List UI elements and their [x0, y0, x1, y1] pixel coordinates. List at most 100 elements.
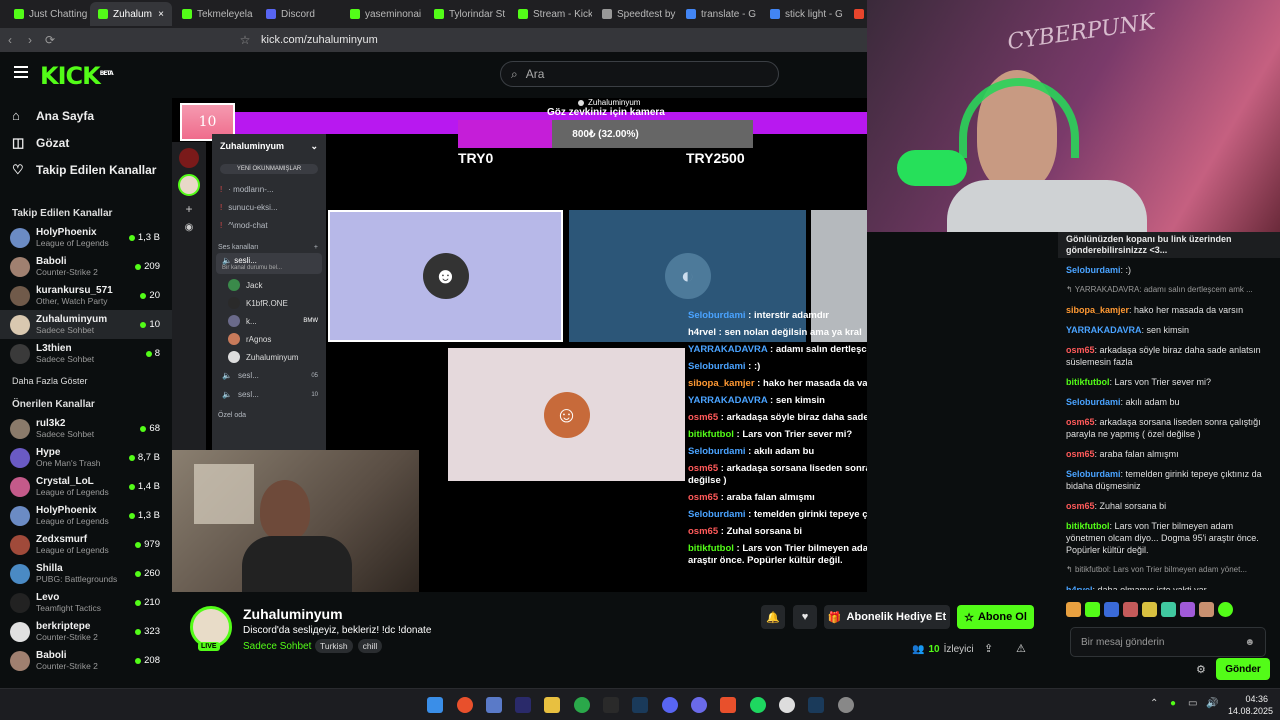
add-server-icon[interactable]: +: [181, 202, 197, 216]
voice-member[interactable]: Jack: [212, 276, 326, 294]
sidebar-channel[interactable]: HolyPhoenix League of Legends 1,3 B: [0, 223, 172, 252]
chat-username[interactable]: bitikfutbol: [1066, 521, 1110, 531]
clock[interactable]: 04:36 14.08.2025: [1228, 693, 1273, 717]
chat-username[interactable]: Seloburdami: [1066, 469, 1121, 479]
chat-message[interactable]: YARRAKADAVRA: sen kimsin: [1058, 320, 1280, 340]
firefox-icon[interactable]: [457, 697, 473, 713]
chat-username[interactable]: YARRAKADAVRA: [1066, 325, 1142, 335]
voice-member[interactable]: K1bfR.ONE: [212, 294, 326, 312]
browser-tab[interactable]: translate - G: [678, 2, 760, 26]
emote-icon[interactable]: [1199, 602, 1214, 617]
sidebar-channel[interactable]: Baboli Counter-Strike 2 209: [0, 252, 172, 281]
nav-item[interactable]: ⌂ Ana Sayfa: [0, 102, 172, 129]
channel-name[interactable]: Zuhaluminyum: [243, 606, 343, 622]
sidebar-channel[interactable]: Crystal_LoL League of Legends 1,4 B: [0, 472, 172, 501]
discord-text-channel[interactable]: ! sunucu-eksi...: [212, 198, 326, 216]
chat-username[interactable]: osm65: [1066, 449, 1095, 459]
search-input[interactable]: ⌕ Ara: [500, 61, 779, 87]
folder-icon[interactable]: [544, 697, 560, 713]
sidebar-channel[interactable]: Shilla PUBG: Battlegrounds 260: [0, 559, 172, 588]
chat-message[interactable]: sibopa_kamjer: hako her masada da varsın: [1058, 300, 1280, 320]
tag-pill[interactable]: chill: [357, 639, 383, 653]
chat-message[interactable]: bitikfutbol: Lars von Trier sever mi?: [1058, 372, 1280, 392]
video-player[interactable]: 10 Zuhaluminyum Göz zevkiniz için kamera…: [172, 98, 867, 592]
nav-item[interactable]: ◫ Gözat: [0, 129, 172, 156]
subscribe-button[interactable]: ☆ Abone Ol: [957, 605, 1034, 629]
brave-icon[interactable]: [720, 697, 736, 713]
discord-text-channel[interactable]: ! · modların-...: [212, 180, 326, 198]
nav-item[interactable]: ♡ Takip Edilen Kanallar: [0, 156, 172, 183]
chrome-icon[interactable]: [779, 697, 795, 713]
chat-username[interactable]: h4rvel: [1066, 585, 1093, 590]
tray-chevron-icon[interactable]: ⌃: [1150, 698, 1158, 709]
forward-icon[interactable]: ›: [20, 33, 40, 47]
browser-tab[interactable]: yaseminonai: [342, 2, 424, 26]
volume-icon[interactable]: 🔊: [1206, 698, 1218, 709]
bell-icon[interactable]: 🔔: [761, 605, 785, 629]
tag-pill[interactable]: Turkish: [315, 639, 353, 653]
pinned-message[interactable]: Gönlünüzden kopanı bu link üzerinden gön…: [1058, 232, 1280, 258]
chat-username[interactable]: osm65: [1066, 417, 1095, 427]
chat-message[interactable]: osm65: arkadaşa söyle biraz daha sade an…: [1058, 340, 1280, 372]
url-field[interactable]: kick.com/zuhaluminyum: [261, 34, 378, 46]
sidebar-channel[interactable]: Levo Teamfight Tactics 210: [0, 588, 172, 617]
chat-username[interactable]: bitikfutbol: [1066, 377, 1110, 387]
sidebar-channel[interactable]: Zedxsmurf League of Legends 979: [0, 530, 172, 559]
sidebar-channel[interactable]: HolyPhoenix League of Legends 1,3 B: [0, 501, 172, 530]
chat-message[interactable]: osm65: Zuhal sorsana bi: [1058, 496, 1280, 516]
spotify-icon[interactable]: [750, 697, 766, 713]
settings-icon[interactable]: ⚙: [1196, 663, 1206, 676]
emote-icon[interactable]: [1085, 602, 1100, 617]
voice-channel[interactable]: 🔈 sesl... 05: [212, 366, 326, 385]
premiere-icon[interactable]: [515, 697, 531, 713]
sidebar-channel[interactable]: Hype One Man's Trash 8,7 B: [0, 443, 172, 472]
emote-icon[interactable]: [1161, 602, 1176, 617]
browser-tab[interactable]: Tekmeleyela: [174, 2, 256, 26]
sidebar-channel[interactable]: rul3k2 Sadece Sohbet 68: [0, 414, 172, 443]
kick-logo[interactable]: KICKBETA: [40, 62, 114, 90]
start-icon[interactable]: [427, 697, 443, 713]
browser-tab[interactable]: Tylorindar St: [426, 2, 508, 26]
emote-icon[interactable]: [1218, 602, 1233, 617]
discord-icon[interactable]: [662, 697, 678, 713]
emoji-icon[interactable]: ☻: [1244, 637, 1255, 648]
browser-tab[interactable]: Zuhalum ×: [90, 2, 172, 26]
chat-message[interactable]: osm65: arkadaşa sorsana liseden sonra ça…: [1058, 412, 1280, 444]
browser-tab[interactable]: Just Chatting: [6, 2, 88, 26]
chat-username[interactable]: Seloburdami: [1066, 397, 1121, 407]
private-room[interactable]: Özel oda: [212, 412, 326, 419]
report-icon[interactable]: ⚠: [1016, 642, 1026, 655]
voice-member[interactable]: rAgnos: [212, 330, 326, 348]
back-icon[interactable]: ‹: [0, 33, 20, 47]
browser-tab[interactable]: Speedtest by: [594, 2, 676, 26]
network-icon[interactable]: ▭: [1188, 698, 1197, 709]
close-icon[interactable]: ×: [158, 9, 164, 20]
stream-category[interactable]: Sadece Sohbet: [243, 641, 311, 652]
chat-username[interactable]: sibopa_kamjer: [1066, 305, 1129, 315]
emote-icon[interactable]: [1066, 602, 1081, 617]
discord-server-header[interactable]: Zuhaluminyum ⌄: [212, 134, 326, 158]
explore-icon[interactable]: ◉: [181, 222, 197, 233]
bookmark-icon[interactable]: ☆: [235, 33, 255, 47]
emote-icon[interactable]: [1123, 602, 1138, 617]
sidebar-channel[interactable]: Zuhaluminyum Sadece Sohbet 10: [0, 310, 172, 339]
chat-message[interactable]: Seloburdami: akılı adam bu: [1058, 392, 1280, 412]
obs-icon[interactable]: [691, 697, 707, 713]
voice-channel[interactable]: 🔈 sesl... 10: [212, 385, 326, 404]
chat-message[interactable]: bitikfutbol: Lars von Trier bilmeyen ada…: [1058, 516, 1280, 560]
voice-member[interactable]: k... BMW: [212, 312, 326, 330]
mic-icon[interactable]: ●: [1170, 698, 1176, 709]
app-icon[interactable]: [486, 697, 502, 713]
send-button[interactable]: Gönder: [1216, 658, 1270, 680]
add-channel-icon[interactable]: +: [314, 244, 318, 251]
sidebar-channel[interactable]: L3thien Sadece Sohbet 8: [0, 339, 172, 368]
emote-icon[interactable]: [1104, 602, 1119, 617]
sidebar-channel[interactable]: kurankursu_571 Other, Watch Party 20: [0, 281, 172, 310]
steam-icon[interactable]: [808, 697, 824, 713]
unread-pill[interactable]: YENİ OKUNMAMIŞLAR: [220, 164, 318, 174]
browser-tab[interactable]: Stream - Kick: [510, 2, 592, 26]
browser-tab[interactable]: stick light - G: [762, 2, 844, 26]
server-icon[interactable]: [179, 148, 199, 168]
settings-icon[interactable]: [838, 697, 854, 713]
xbox-icon[interactable]: [574, 697, 590, 713]
